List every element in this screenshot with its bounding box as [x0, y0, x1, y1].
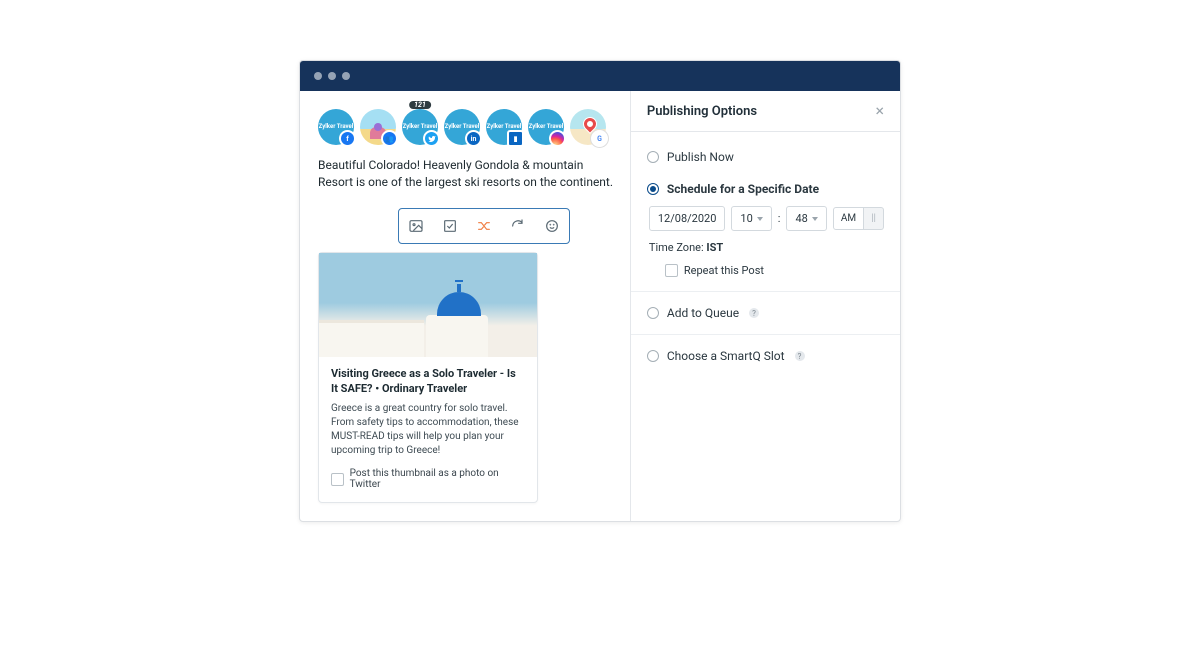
channel-zylker-facebook[interactable]: Zylker Travel f — [318, 109, 354, 145]
date-input[interactable]: 12/08/2020 — [649, 206, 726, 231]
radio-icon — [647, 307, 659, 319]
radio-icon — [647, 151, 659, 163]
compose-window: Zylker Travel f 👥 121 Zylker Travel Zylk… — [299, 60, 901, 522]
window-titlebar — [300, 61, 900, 91]
twitter-icon — [423, 130, 440, 147]
option-schedule[interactable]: Schedule for a Specific Date 12/08/2020 … — [631, 168, 900, 292]
instagram-icon — [549, 130, 566, 147]
channel-zylker-group[interactable]: 👥 — [360, 109, 396, 145]
content-area: Zylker Travel f 👥 121 Zylker Travel Zylk… — [300, 91, 900, 521]
twitter-count-badge: 121 — [409, 101, 431, 109]
refresh-icon[interactable] — [509, 217, 527, 235]
post-thumbnail-checkbox[interactable]: Post this thumbnail as a photo on Twitte… — [331, 468, 525, 490]
meridiem-toggle[interactable]: AM || — [833, 207, 884, 230]
publishing-options-list: Publish Now Schedule for a Specific Date… — [631, 132, 900, 377]
channel-avatar-row: Zylker Travel f 👥 121 Zylker Travel Zylk… — [318, 105, 614, 157]
channel-zylker-linkedin-company[interactable]: Zylker Travel ▮ — [486, 109, 522, 145]
checkbox-icon — [665, 264, 678, 277]
image-icon[interactable] — [407, 217, 425, 235]
close-icon[interactable]: × — [875, 103, 884, 119]
link-preview-description: Greece is a great country for solo trave… — [331, 402, 525, 458]
option-label: Choose a SmartQ Slot — [667, 349, 785, 363]
compose-column: Zylker Travel f 👥 121 Zylker Travel Zylk… — [300, 91, 631, 521]
google-icon: G — [591, 130, 608, 147]
panel-title: Publishing Options — [647, 104, 757, 119]
hour-select[interactable]: 10 — [731, 206, 771, 231]
am-button[interactable]: AM — [833, 207, 864, 230]
channel-zylker-twitter[interactable]: 121 Zylker Travel — [402, 109, 438, 145]
channel-zylker-instagram[interactable]: Zylker Travel — [528, 109, 564, 145]
option-label: Add to Queue — [667, 306, 739, 320]
option-smartq[interactable]: Choose a SmartQ Slot ? — [631, 335, 900, 377]
link-preview-body: Visiting Greece as a Solo Traveler - Is … — [319, 357, 537, 503]
caret-down-icon — [757, 217, 763, 221]
checkbox-label: Repeat this Post — [684, 264, 764, 277]
linkedin-icon: in — [465, 130, 482, 147]
linkedin-company-icon: ▮ — [507, 130, 524, 147]
publishing-options-panel: Publishing Options × Publish Now Schedul… — [631, 91, 900, 521]
link-preview-title: Visiting Greece as a Solo Traveler - Is … — [331, 367, 525, 397]
smile-icon[interactable] — [543, 217, 561, 235]
radio-icon-selected — [647, 183, 659, 195]
option-publish-now[interactable]: Publish Now — [631, 136, 900, 168]
option-label: Publish Now — [667, 150, 734, 164]
timezone-label: Time Zone: IST — [647, 241, 884, 254]
shuffle-icon[interactable] — [475, 217, 493, 235]
schedule-datetime-row: 12/08/2020 10 : 48 AM || — [647, 206, 884, 231]
minute-select[interactable]: 48 — [786, 206, 826, 231]
radio-icon — [647, 350, 659, 362]
facebook-icon: f — [339, 130, 356, 147]
link-preview-image — [319, 253, 537, 357]
option-add-to-queue[interactable]: Add to Queue ? — [631, 292, 900, 335]
option-label: Schedule for a Specific Date — [667, 182, 819, 196]
insert-toolbar — [398, 208, 570, 244]
channel-zylker-linkedin[interactable]: Zylker Travel in — [444, 109, 480, 145]
pm-button[interactable]: || — [864, 207, 884, 230]
help-icon[interactable]: ? — [749, 308, 759, 318]
link-preview-card: Visiting Greece as a Solo Traveler - Is … — [318, 252, 538, 504]
window-dot — [328, 72, 336, 80]
time-colon: : — [778, 212, 781, 225]
post-text[interactable]: Beautiful Colorado! Heavenly Gondola & m… — [318, 157, 614, 192]
checkbox-label: Post this thumbnail as a photo on Twitte… — [350, 468, 525, 490]
repeat-post-checkbox[interactable]: Repeat this Post — [647, 264, 884, 277]
crop-icon[interactable] — [441, 217, 459, 235]
panel-header: Publishing Options × — [631, 91, 900, 132]
checkbox-icon — [331, 473, 344, 486]
help-icon[interactable]: ? — [795, 351, 805, 361]
window-dot — [342, 72, 350, 80]
caret-down-icon — [812, 217, 818, 221]
group-icon: 👥 — [381, 130, 398, 147]
window-dot — [314, 72, 322, 80]
channel-google-business[interactable]: G — [570, 109, 606, 145]
